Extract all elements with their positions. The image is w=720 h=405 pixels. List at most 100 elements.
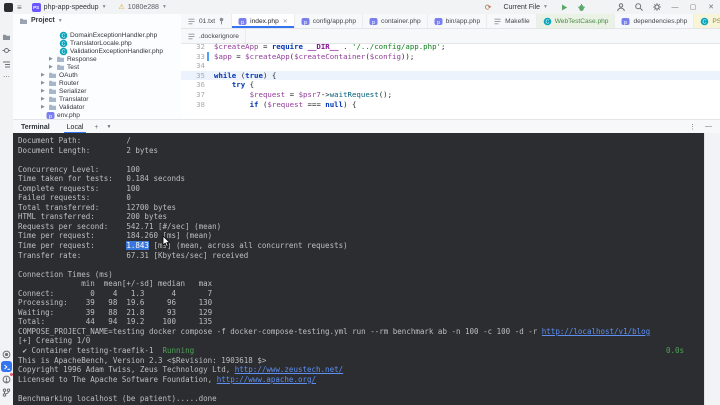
tab-.dockerignore[interactable]: .dockerignore: [181, 29, 246, 43]
class-file-icon: C: [700, 17, 709, 26]
tree-item-Router[interactable]: ▶Router: [41, 79, 79, 87]
run-configuration-widget[interactable]: Current File ▼: [499, 1, 552, 13]
more-tools-icon[interactable]: ⋯: [1, 71, 12, 82]
commit-tool-icon[interactable]: [1, 45, 12, 56]
svg-text:p: p: [372, 19, 375, 25]
tab-index.php[interactable]: pindex.php✕: [232, 14, 295, 28]
chevron-right-icon[interactable]: ▶: [49, 64, 54, 70]
close-button[interactable]: ✕: [706, 3, 716, 11]
svg-text:p: p: [241, 19, 244, 25]
warning-icon: ⚠: [119, 3, 125, 11]
terminal-line: Document Length: 2 bytes: [18, 146, 704, 156]
tree-item-TranslatorLocale.php[interactable]: CTranslatorLocale.php: [59, 39, 132, 47]
terminal-link[interactable]: http://localhost/v1/blog: [542, 327, 650, 336]
editor-tabbar-row1: 01.txtpindex.php✕pconfig/app.phppcontain…: [181, 14, 720, 29]
structure-tool-icon[interactable]: [1, 59, 12, 70]
terminal-text: Licensed to The Apache Software Foundati…: [18, 375, 217, 384]
project-panel-header[interactable]: Project ▼: [13, 14, 181, 27]
tree-item-Test[interactable]: ▶Test: [49, 63, 79, 71]
svg-text:p: p: [437, 19, 440, 25]
code-text: if ($request === null) {: [205, 100, 356, 110]
tab-PSR7Worker.php[interactable]: CPSR7Worker.php: [694, 14, 720, 28]
terminal-text: Time per request:: [18, 241, 126, 250]
debug-button[interactable]: [577, 3, 586, 12]
php-file-icon: p: [301, 17, 310, 26]
terminal-text: COMPOSE_PROJECT_NAME=testing docker comp…: [18, 327, 542, 336]
chevron-right-icon[interactable]: ▶: [41, 96, 46, 102]
pin-icon: [218, 17, 225, 25]
run-button[interactable]: [560, 3, 569, 12]
project-avatar-icon: PS: [32, 3, 41, 12]
minimize-button[interactable]: —: [670, 4, 680, 11]
terminal-line: Connection Times (ms): [18, 270, 704, 280]
terminal-header: Terminal Local + ▼ ⋮ —: [13, 119, 720, 134]
tab-config/app.php[interactable]: pconfig/app.php: [295, 14, 363, 28]
terminal-text: [ms] (mean, across all concurrent reques…: [149, 241, 348, 250]
close-tab-icon[interactable]: ✕: [283, 18, 288, 25]
code-line-33: 33$app = $createApp($createContainer($co…: [181, 52, 720, 62]
tree-item-label: Response: [67, 56, 97, 63]
tree-item-Translator[interactable]: ▶Translator: [41, 95, 88, 103]
titlebar: ≡ PS php-app-speedup ▼ ⚠ 1080e288 ▼ ⟳ Cu…: [0, 0, 720, 15]
tab-container.php[interactable]: p container.php: [363, 14, 428, 28]
new-terminal-session-button[interactable]: +: [94, 124, 98, 131]
tree-item-DomainExceptionHandler.php[interactable]: CDomainExceptionHandler.php: [59, 31, 157, 39]
hide-panel-icon[interactable]: —: [705, 123, 712, 131]
terminal-options-icon[interactable]: ⋮: [689, 123, 696, 131]
git-branch-icon[interactable]: [1, 387, 12, 398]
terminal-link[interactable]: http://www.apache.org/: [217, 375, 316, 384]
line-number: 34: [181, 61, 205, 71]
project-tool-icon[interactable]: [1, 31, 12, 42]
problems-tool-icon[interactable]: [1, 374, 12, 385]
terminal-line: Waiting: 39 88 21.8 93 129: [18, 308, 704, 318]
chevron-right-icon[interactable]: ▶: [41, 72, 46, 78]
terminal-line: Time per request: 1.843 [ms] (mean, acro…: [18, 241, 704, 251]
search-icon[interactable]: [634, 2, 644, 12]
terminal-scrollbar-area[interactable]: [704, 133, 720, 405]
tab-bin/app.php[interactable]: pbin/app.php: [428, 14, 487, 28]
tree-item-OAuth[interactable]: ▶OAuth: [41, 71, 78, 79]
chevron-right-icon[interactable]: ▶: [41, 88, 46, 94]
left-toolbar-rail: ⋯: [0, 14, 14, 405]
tree-item-Serializer[interactable]: ▶ Serializer: [41, 87, 86, 95]
terminal-link[interactable]: http://www.zeustech.net/: [235, 365, 343, 374]
text-file-icon: [187, 17, 196, 26]
terminal-text: ✔ Container testing-traefik-1: [18, 346, 163, 355]
terminal-output[interactable]: Document Path: /Document Length: 2 bytes…: [13, 133, 704, 405]
tree-item-ValidationExceptionHandler.php[interactable]: CValidationExceptionHandler.php: [59, 47, 163, 55]
code-line-38: 38 if ($request === null) {: [181, 100, 720, 110]
account-icon[interactable]: [616, 2, 626, 12]
project-name: php-app-speedup: [44, 4, 99, 11]
terminal-line: [18, 260, 704, 270]
vcs-branch-widget[interactable]: ⚠ 1080e288 ▼: [115, 1, 171, 13]
chevron-right-icon[interactable]: ▶: [41, 80, 46, 86]
code-editor[interactable]: 32$createApp = require __DIR__ . '/../co…: [181, 42, 720, 119]
terminal-text: Copyright 1996 Adam Twiss, Zeus Technolo…: [18, 365, 235, 374]
terminal-tool-icon[interactable]: [1, 361, 12, 372]
chevron-right-icon[interactable]: ▶: [49, 56, 54, 62]
maximize-button[interactable]: ▢: [688, 3, 698, 11]
code-text: [205, 61, 214, 71]
tree-item-Response[interactable]: ▶ Response: [49, 55, 97, 63]
project-widget[interactable]: PS php-app-speedup ▼: [28, 1, 111, 13]
tab-Makefile[interactable]: Makefile: [487, 14, 537, 28]
tab-01.txt[interactable]: 01.txt: [181, 14, 232, 28]
run-configuration-name: Current File: [503, 4, 540, 11]
folder-icon: [48, 71, 57, 79]
chevron-right-icon[interactable]: ▶: [41, 104, 46, 110]
terminal-line: Copyright 1996 Adam Twiss, Zeus Technolo…: [18, 365, 704, 375]
settings-gear-icon[interactable]: [652, 2, 662, 12]
main-menu-icon[interactable]: ≡: [17, 3, 22, 12]
chevron-down-icon[interactable]: ▼: [106, 124, 111, 130]
terminal-line: Transfer rate: 67.31 [Kbytes/sec] receiv…: [18, 251, 704, 261]
services-tool-icon[interactable]: [1, 349, 12, 360]
tab-dependencies.php[interactable]: pdependencies.php: [615, 14, 694, 28]
terminal-tab-local[interactable]: Local: [64, 121, 87, 134]
code-text: while (true) {: [205, 71, 276, 81]
terminal-tab-label: Local: [67, 124, 84, 131]
reload-icon[interactable]: ⟳: [485, 3, 492, 12]
tree-item-label: Serializer: [59, 88, 86, 95]
tab-WebTestCase.php[interactable]: CWebTestCase.php: [537, 14, 616, 28]
tab-label: container.php: [381, 18, 421, 25]
code-text: $createApp = require __DIR__ . '/../conf…: [205, 42, 445, 52]
